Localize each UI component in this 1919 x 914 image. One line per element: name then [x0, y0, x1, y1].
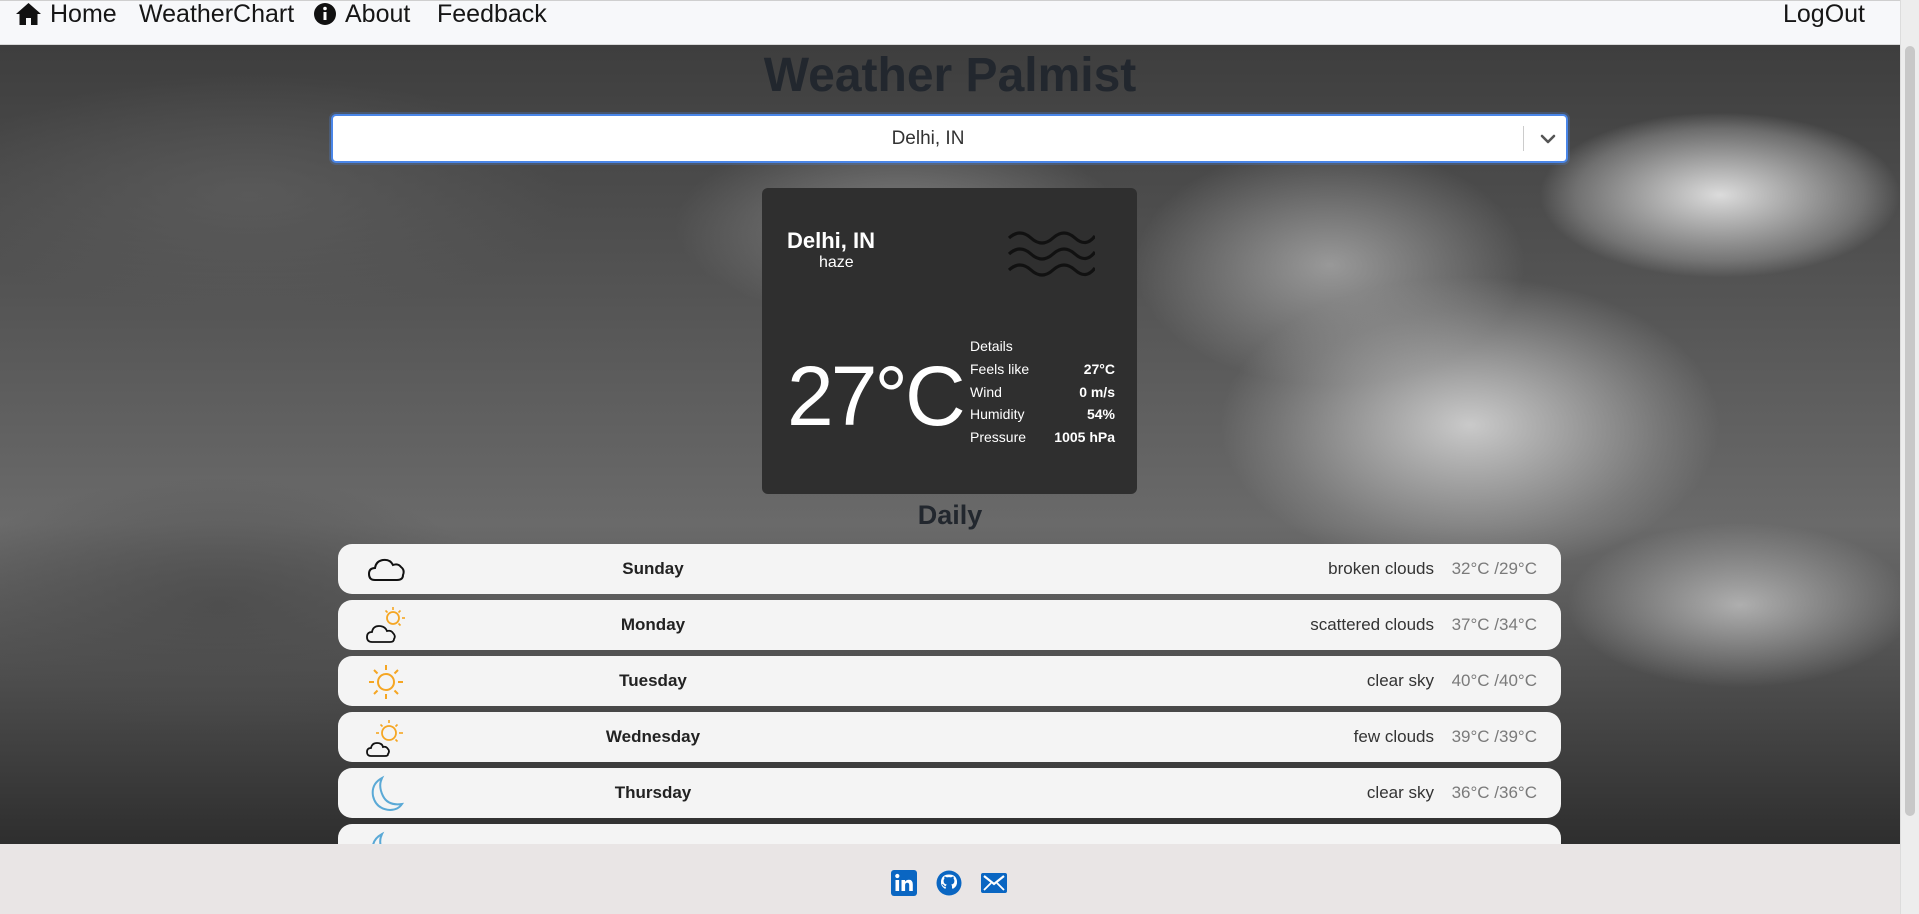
current-description: haze [819, 254, 854, 271]
day-name: Thursday [614, 783, 692, 802]
scrollbar-thumb[interactable] [1905, 46, 1915, 816]
day-condition: clear sky [1366, 783, 1434, 802]
detail-value: 1005 hPa [1054, 428, 1115, 445]
current-temperature: 27°C [787, 349, 966, 443]
day-temperatures: 40°C /40°C [1451, 671, 1537, 690]
day-temperatures: 39°C /39°C [1451, 727, 1537, 746]
day-condition: scattered clouds [1310, 615, 1434, 634]
nav-weatherchart-label: WeatherChart [139, 0, 295, 28]
day-name: Monday [620, 615, 686, 634]
day-name: Wednesday [605, 727, 701, 746]
daily-row-sunday[interactable]: Sunday broken clouds 32°C /29°C [338, 544, 1561, 594]
sun-icon [369, 665, 403, 699]
detail-row-feels-like: Feels like 27°C [970, 358, 1115, 381]
daily-row-partial[interactable] [338, 824, 1561, 844]
logout-button[interactable]: LogOut [1782, 0, 1865, 28]
chevron-down-icon[interactable] [1537, 128, 1559, 150]
detail-label: Wind [970, 383, 1002, 400]
detail-value: 27°C [1083, 361, 1115, 378]
sun-cloud-icon [366, 720, 403, 757]
sun-cloud-icon [366, 607, 405, 643]
info-icon [314, 3, 336, 25]
daily-row-tuesday[interactable]: Tuesday clear sky 40°C /40°C [338, 656, 1561, 706]
city-select-value[interactable]: Delhi, IN [333, 116, 1523, 161]
page-scrollbar[interactable] [1900, 0, 1919, 914]
nav-about-label: About [345, 0, 411, 28]
day-temperatures: 32°C /29°C [1451, 559, 1537, 578]
home-icon [16, 3, 41, 25]
nav-about[interactable]: About [313, 0, 411, 28]
day-temperatures: 36°C /36°C [1451, 783, 1537, 802]
detail-row-humidity: Humidity 54% [970, 403, 1115, 426]
day-condition: broken clouds [1328, 559, 1434, 578]
nav-home-label: Home [50, 0, 117, 28]
detail-row-pressure: Pressure 1005 hPa [970, 426, 1115, 449]
daily-heading: Daily [917, 500, 983, 530]
daily-row-thursday[interactable]: Thursday clear sky 36°C /36°C [338, 768, 1561, 818]
detail-value: 54% [1086, 406, 1115, 423]
day-name: Sunday [622, 559, 684, 578]
daily-forecast-list: Sunday broken clouds 32°C /29°C Monday s… [338, 544, 1561, 844]
nav-feedback[interactable]: Feedback [437, 0, 547, 28]
logout-label: LogOut [1782, 0, 1865, 28]
detail-label: Feels like [970, 361, 1030, 378]
cloud-icon [367, 558, 405, 581]
details-panel: Details Feels like 27°C Wind 0 m/s Humid… [970, 335, 1115, 448]
app-title: Weather Palmist [763, 49, 1137, 102]
city-search-select[interactable]: Delhi, IN [331, 114, 1568, 163]
day-temperatures: 37°C /34°C [1451, 615, 1537, 634]
nav-feedback-label: Feedback [437, 0, 547, 28]
current-weather-card: Delhi, IN haze 27°C Details Feels like 2… [762, 188, 1137, 494]
linkedin-icon[interactable] [891, 870, 917, 896]
github-icon[interactable] [936, 870, 962, 896]
current-city: Delhi, IN [787, 228, 876, 253]
detail-label: Pressure [970, 428, 1027, 445]
haze-icon [1007, 231, 1095, 277]
detail-value: 0 m/s [1079, 383, 1115, 400]
day-condition: few clouds [1353, 727, 1434, 746]
top-navbar: Home WeatherChart About Feedback LogOut [0, 0, 1919, 45]
day-name: Tuesday [619, 671, 687, 690]
select-separator [1523, 126, 1524, 151]
nav-home[interactable]: Home [15, 0, 117, 28]
moon-icon [372, 831, 385, 844]
detail-label: Humidity [970, 406, 1025, 423]
detail-row-wind: Wind 0 m/s [970, 381, 1115, 404]
details-label: Details [970, 338, 1013, 354]
daily-row-wednesday[interactable]: Wednesday few clouds 39°C /39°C [338, 712, 1561, 762]
nav-weatherchart[interactable]: WeatherChart [139, 0, 295, 28]
day-condition: clear sky [1366, 671, 1434, 690]
moon-icon [371, 775, 405, 812]
daily-row-monday[interactable]: Monday scattered clouds 37°C /34°C [338, 600, 1561, 650]
email-icon[interactable] [981, 870, 1007, 896]
